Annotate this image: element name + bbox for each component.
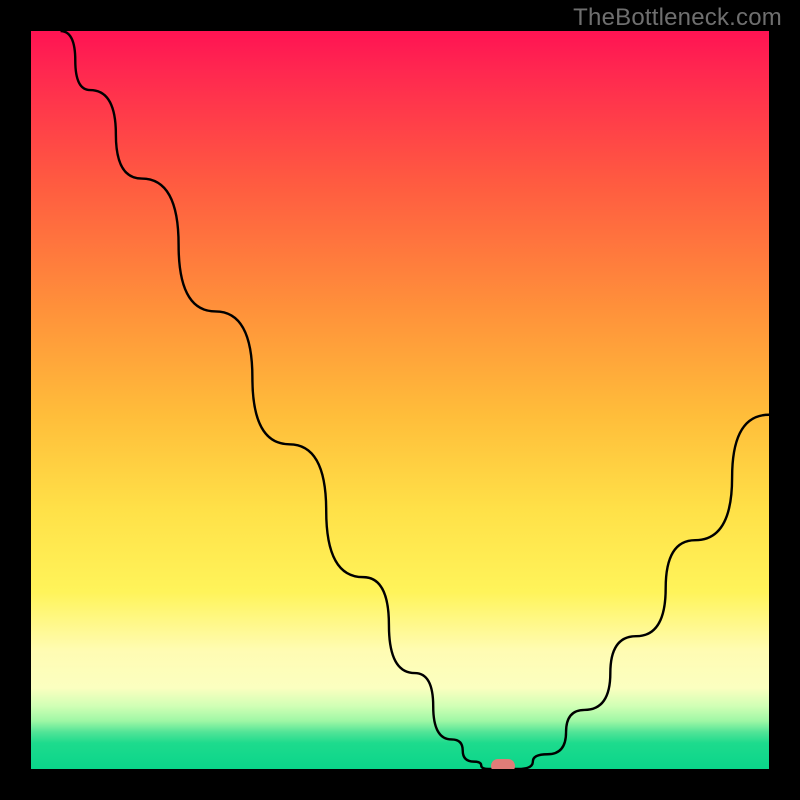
watermark-text: TheBottleneck.com (573, 4, 782, 32)
optimal-point-marker (491, 759, 515, 769)
chart-outer-frame: TheBottleneck.com (0, 0, 800, 800)
curve-svg (31, 31, 769, 769)
bottleneck-curve (61, 31, 769, 769)
plot-area (31, 31, 769, 769)
